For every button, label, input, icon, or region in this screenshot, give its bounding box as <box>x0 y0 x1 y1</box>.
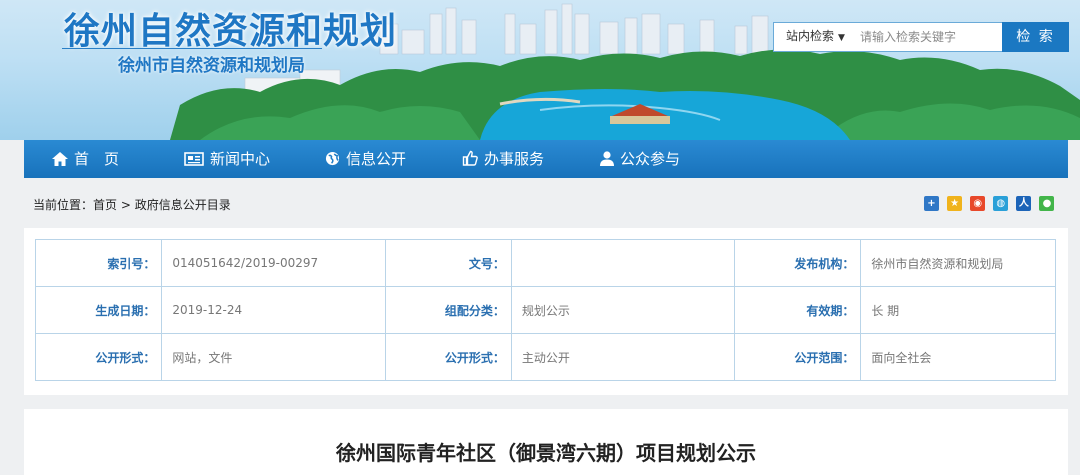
tencent-weibo-icon[interactable]: ◍ <box>993 196 1009 211</box>
category-label: 组配分类： <box>384 286 512 334</box>
disclosure-scope-label: 公开范围： <box>733 333 862 381</box>
created-date-label: 生成日期： <box>34 286 163 334</box>
created-date-value: 2019-12-24 <box>161 286 386 334</box>
title-divider <box>62 48 322 49</box>
breadcrumb-prefix: 当前位置： <box>33 198 94 212</box>
breadcrumb-separator: > <box>120 198 131 212</box>
wechat-icon[interactable]: ● <box>1039 196 1055 211</box>
nav-item-services[interactable]: 办事服务 <box>462 140 544 178</box>
search-button[interactable]: 检 索 <box>1002 22 1069 52</box>
disclosure-form-label: 公开形式： <box>34 333 163 381</box>
search-box: 站内检索▼ 检 索 <box>773 22 1069 52</box>
table-row: 索引号： 014051642/2019-00297 文号： 发布机构： 徐州市自… <box>34 239 1056 287</box>
validity-label: 有效期： <box>733 286 862 334</box>
nav-item-label: 信息公开 <box>346 150 407 168</box>
nav-item-label: 公众参与 <box>620 150 681 168</box>
site-title: 徐州自然资源和规划 <box>64 11 398 52</box>
validity-value: 长 期 <box>860 286 1056 334</box>
index-number-value: 014051642/2019-00297 <box>161 239 386 287</box>
category-value: 规划公示 <box>510 286 736 334</box>
breadcrumb: 当前位置：首页 > 政府信息公开目录 <box>33 196 231 213</box>
nav-item-label: 首 页 <box>74 150 120 168</box>
breadcrumb-home-link[interactable]: 首页 <box>93 198 117 212</box>
disclosure-mode-label: 公开形式： <box>384 333 512 381</box>
disclosure-scope-value: 面向全社会 <box>860 333 1056 381</box>
renren-icon[interactable]: 人 <box>1016 196 1032 211</box>
search-input[interactable] <box>856 23 1008 51</box>
nav-item-home[interactable]: 首 页 <box>52 140 119 178</box>
globe-icon <box>325 151 340 166</box>
disclosure-form-value: 网站，文件 <box>161 333 386 381</box>
doc-number-label: 文号： <box>384 239 512 287</box>
share-bar: + ★ ◉ ◍ 人 ● <box>924 196 1057 212</box>
table-row: 公开形式： 网站，文件 公开形式： 主动公开 公开范围： 面向全社会 <box>34 333 1056 381</box>
meta-table: 索引号： 014051642/2019-00297 文号： 发布机构： 徐州市自… <box>34 239 1056 381</box>
article-title: 徐州国际青年社区（御景湾六期）项目规划公示 <box>336 441 756 465</box>
publisher-value: 徐州市自然资源和规划局 <box>860 239 1056 287</box>
caret-down-icon: ▼ <box>838 33 845 43</box>
plus-share-icon[interactable]: + <box>924 196 939 211</box>
site-subtitle: 徐州市自然资源和规划局 <box>118 56 305 76</box>
newspaper-icon <box>184 152 204 166</box>
table-row: 生成日期： 2019-12-24 组配分类： 规划公示 有效期： 长 期 <box>34 286 1056 334</box>
search-scope-dropdown[interactable]: 站内检索 ▼ <box>774 23 854 51</box>
thumbs-up-icon <box>462 150 478 166</box>
article-panel: 徐州国际青年社区（御景湾六期）项目规划公示 <box>24 409 1068 475</box>
home-icon <box>52 152 68 166</box>
disclosure-mode-value: 主动公开 <box>510 333 736 381</box>
nav-item-info[interactable]: 信息公开 <box>325 140 406 178</box>
nav-item-label: 新闻中心 <box>210 150 271 168</box>
search-scope-label: 站内检索 <box>786 29 835 43</box>
info-panel: 索引号： 014051642/2019-00297 文号： 发布机构： 徐州市自… <box>24 228 1068 395</box>
header-banner: 徐州自然资源和规划 徐州市自然资源和规划局 站内检索▼ 检 索 <box>0 0 1080 140</box>
nav-item-public[interactable]: 公众参与 <box>600 140 680 178</box>
qzone-icon[interactable]: ★ <box>947 196 963 211</box>
nav-item-news[interactable]: 新闻中心 <box>184 140 270 178</box>
doc-number-value <box>510 239 736 287</box>
nav-item-label: 办事服务 <box>484 150 545 168</box>
breadcrumb-current[interactable]: 政府信息公开目录 <box>135 198 231 212</box>
user-icon <box>600 151 614 166</box>
weibo-icon[interactable]: ◉ <box>970 196 986 211</box>
main-nav: 首 页 新闻中心 信息公开 办事服务 公众参与 <box>24 140 1068 178</box>
publisher-label: 发布机构： <box>733 239 862 287</box>
index-number-label: 索引号： <box>34 239 163 287</box>
